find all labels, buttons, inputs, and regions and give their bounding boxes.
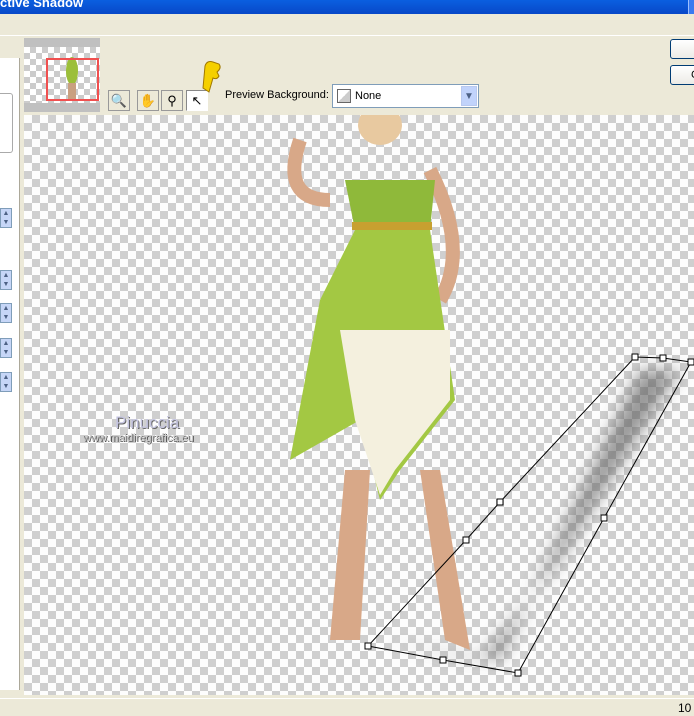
watermark-name: Pinuccia [115,413,180,432]
divider [0,35,694,36]
settings-group [0,93,13,153]
spinner[interactable]: ▲ ▼ [0,270,12,290]
preview-image [287,115,694,677]
tool-pan[interactable]: ✋ [137,90,159,111]
preview-background-select[interactable]: None ▼ [332,84,479,108]
tool-preview[interactable]: 🔍 [108,90,130,111]
hand-icon: ✋ [139,93,157,108]
model-figure [287,115,470,650]
viewport-rectangle[interactable] [46,58,99,101]
preview-icon: 🔍 [110,93,128,108]
chevron-down-icon[interactable]: ▼ [461,86,477,106]
watermark-url: www.maidiregrafica.eu [83,432,194,444]
ok-button[interactable] [670,39,694,59]
preview-canvas[interactable] [24,115,694,695]
settings-panel: ▲ ▼ ▲ ▼ ▲ ▼ ▲ ▼ ▲ ▼ [0,58,20,690]
selected-value: None [355,90,382,102]
title-bar: ctive Shadow [0,0,694,14]
cancel-button[interactable]: C [670,65,694,85]
transparent-swatch-icon [337,89,351,103]
zoom-level: 10 [678,701,692,715]
spinner[interactable]: ▲ ▼ [0,372,12,392]
preview-background-label: Preview Background: [225,89,329,101]
status-bar: 10 [0,698,694,716]
window-title: ctive Shadow [0,0,84,10]
minimize-button[interactable] [688,0,694,14]
spinner[interactable]: ▲ ▼ [0,303,12,323]
tool-zoom[interactable]: ⚲ [161,90,183,111]
spinner[interactable]: ▲ ▼ [0,208,12,228]
navigator-thumbnail[interactable] [24,38,100,112]
magnifier-icon: ⚲ [167,93,177,108]
spinner[interactable]: ▲ ▼ [0,338,12,358]
pointing-hand-icon [202,61,221,93]
